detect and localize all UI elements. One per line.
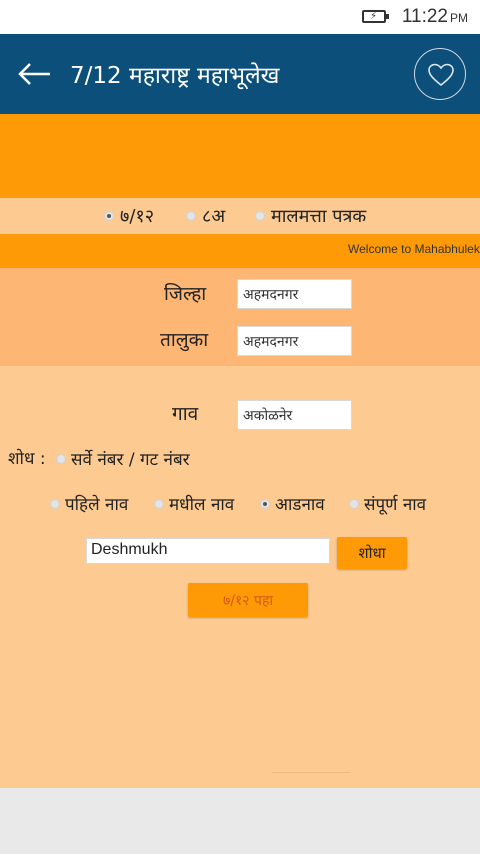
radio-full-name[interactable]: संपूर्ण नाव bbox=[349, 492, 426, 515]
radio-icon bbox=[56, 453, 66, 464]
radio-survey-number[interactable]: सर्वे नंबर / गट नंबर bbox=[56, 447, 190, 470]
name-search-input[interactable]: Deshmukh bbox=[86, 538, 330, 564]
village-select[interactable]: अकोळनेर bbox=[237, 400, 352, 430]
radio-icon bbox=[50, 498, 60, 509]
heart-icon bbox=[428, 63, 454, 87]
search-by-label: शोध : bbox=[8, 449, 46, 469]
view-7-12-button[interactable]: ७/१२ पहा bbox=[188, 583, 308, 617]
radio-first-name[interactable]: पहिले नाव bbox=[50, 492, 128, 515]
radio-icon bbox=[260, 498, 270, 509]
taluka-label: तालुका bbox=[160, 329, 209, 351]
app-title: 7/12 महाराष्ट्र महाभूलेख bbox=[70, 63, 280, 89]
radio-icon bbox=[255, 211, 265, 221]
status-bar: ⚡ 11:22 PM bbox=[0, 0, 480, 34]
search-button[interactable]: शोधा bbox=[337, 537, 407, 569]
radio-property-card[interactable]: मालमत्ता पत्रक bbox=[255, 198, 366, 234]
radio-7-12[interactable]: ७/१२ bbox=[104, 198, 154, 234]
radio-surname[interactable]: आडनाव bbox=[260, 492, 325, 515]
divider bbox=[272, 772, 350, 773]
app-bar: 7/12 महाराष्ट्र महाभूलेख bbox=[0, 34, 480, 114]
taluka-select[interactable]: अहमदनगर bbox=[237, 326, 352, 356]
battery-charging-icon: ⚡ bbox=[362, 10, 389, 23]
status-time: 11:22 PM bbox=[401, 6, 468, 27]
arrow-left-icon[interactable] bbox=[16, 54, 56, 94]
district-select[interactable]: अहमदनगर bbox=[237, 279, 352, 309]
radio-icon bbox=[186, 211, 196, 221]
favorite-button[interactable] bbox=[414, 48, 466, 100]
document-type-group: ७/१२ ८अ मालमत्ता पत्रक bbox=[0, 198, 480, 234]
radio-8a[interactable]: ८अ bbox=[186, 198, 225, 234]
banner bbox=[0, 114, 480, 198]
village-label: गाव bbox=[172, 403, 199, 425]
radio-icon bbox=[349, 498, 359, 509]
radio-icon bbox=[104, 211, 114, 221]
search-panel: गाव अकोळनेर शोध : सर्वे नंबर / गट नंबर प… bbox=[0, 366, 480, 788]
radio-middle-name[interactable]: मधील नाव bbox=[154, 492, 234, 515]
district-label: जिल्हा bbox=[164, 283, 207, 305]
radio-icon bbox=[154, 498, 164, 509]
welcome-ticker: Welcome to Mahabhulekh bbox=[0, 234, 480, 268]
district-panel: जिल्हा अहमदनगर तालुका अहमदनगर bbox=[0, 268, 480, 366]
